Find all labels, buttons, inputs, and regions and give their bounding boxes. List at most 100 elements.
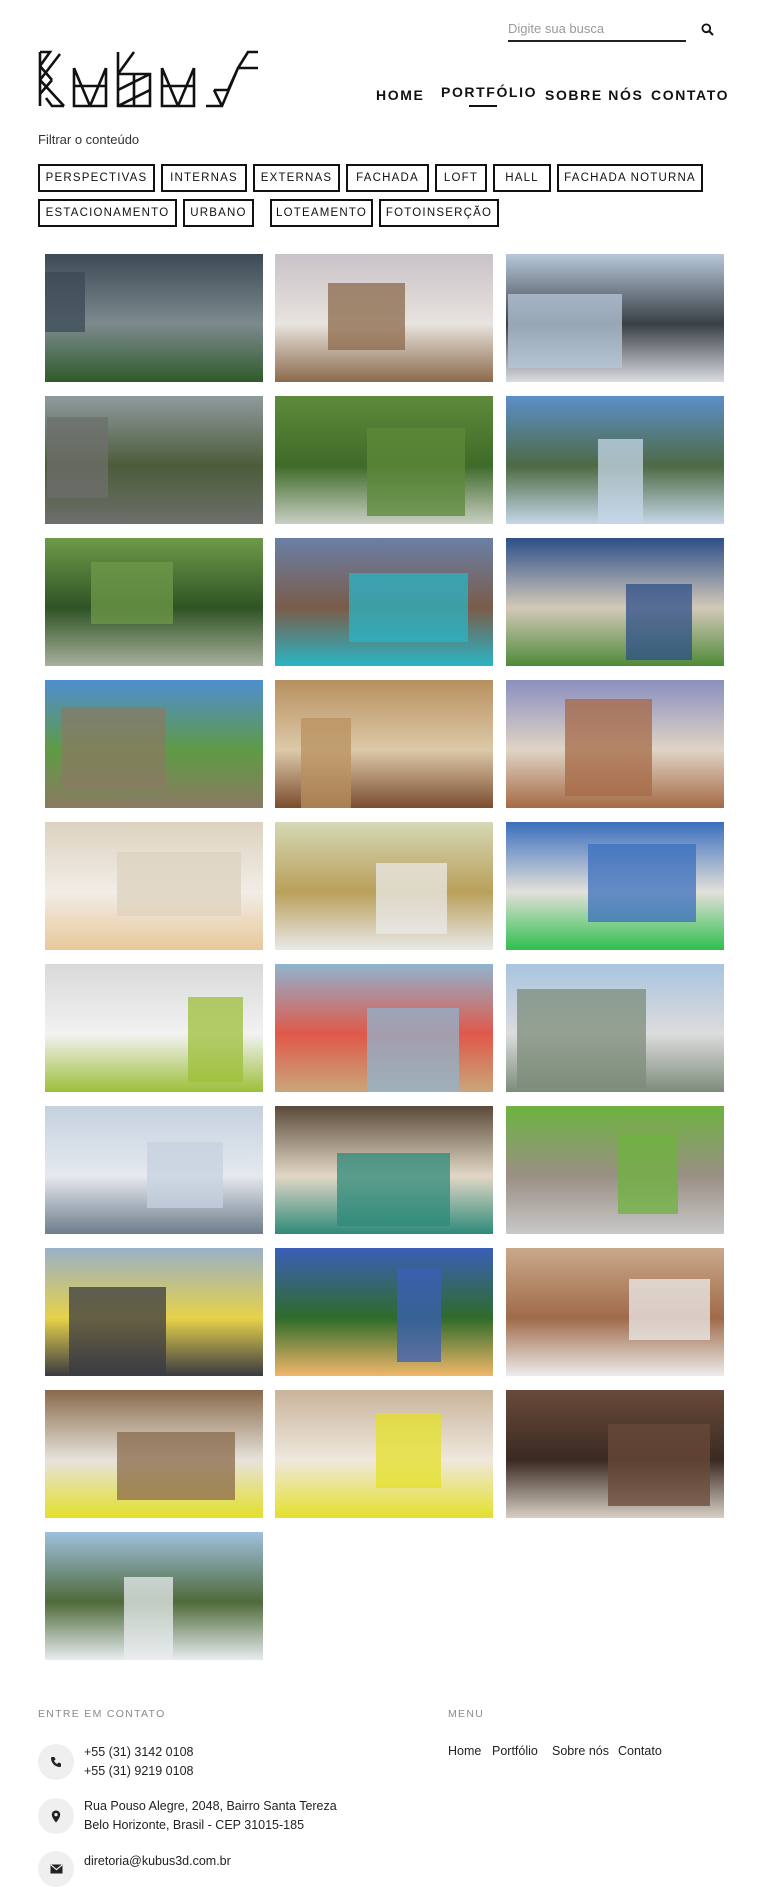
footer-menu-heading: MENU [448,1708,485,1720]
tile-image-subject [367,428,465,516]
filter-chip-hall[interactable]: HALL [493,164,551,192]
tile-image-subject [62,707,165,790]
tile-image-subject [376,863,447,934]
filter-chip-loteamento[interactable]: LOTEAMENTO [270,199,373,227]
portfolio-tile-house-night[interactable] [506,538,724,666]
footer-phone-1: +55 (31) 3142 0108 [84,1745,194,1759]
email-icon-badge [38,1851,74,1887]
portfolio-tile-loft-brick[interactable] [506,1248,724,1376]
tile-image-background [506,1106,724,1177]
tile-image-subject [565,699,652,796]
tile-image-subject [517,989,646,1088]
portfolio-tile-wall-facade[interactable] [45,680,263,808]
filter-chip-urbano[interactable]: URBANO [183,199,254,227]
tile-image-subject [588,844,696,922]
footer-menu-contato[interactable]: Contato [618,1744,662,1758]
filter-chip-fachada-noturna[interactable]: FACHADA NOTURNA [557,164,703,192]
tile-image-subject [508,294,622,368]
map-pin-icon [51,1810,61,1822]
tile-image-subject [91,562,173,624]
search-button[interactable] [696,18,718,40]
portfolio-tile-lobby-blue[interactable] [275,964,493,1092]
tile-image-subject [598,439,643,524]
portfolio-tile-sunset-living[interactable] [275,1248,493,1376]
phone-icon-badge [38,1744,74,1780]
tile-image-subject [349,573,468,642]
portfolio-tile-exterior-night-facade[interactable] [45,254,263,382]
tile-image-subject [124,1577,173,1660]
filter-label: Filtrar o conteúdo [38,132,140,147]
tile-image-foreground [506,1176,724,1234]
tile-image-subject [188,997,243,1082]
footer-phone-2: +55 (31) 9219 0108 [84,1764,194,1778]
filter-chip-loft[interactable]: LOFT [435,164,487,192]
portfolio-tile-bedroom-stone[interactable] [275,1390,493,1518]
portfolio-tile-aerial-road[interactable] [45,538,263,666]
portfolio-tile-hall-stripes[interactable] [275,1106,493,1234]
nav-contato[interactable]: CONTATO [651,87,729,103]
tile-image-subject [301,718,351,808]
tile-image-subject [376,1413,441,1488]
tile-image-subject [117,852,241,916]
tile-image-subject [337,1153,450,1226]
footer-email-link[interactable]: diretoria@kubus3d.com.br [84,1852,231,1871]
portfolio-tile-bedroom[interactable] [275,822,493,950]
portfolio-tile-kitchen-green[interactable] [506,822,724,950]
tile-image-foreground [45,324,263,382]
footer-address-2: Belo Horizonte, Brasil - CEP 31015-185 [84,1818,305,1832]
portfolio-tile-hotel-lobby[interactable] [275,680,493,808]
nav-sobre-nos[interactable]: SOBRE NÓS [545,87,643,103]
location-icon-badge [38,1798,74,1834]
tile-image-subject [397,1268,441,1362]
filter-chip-perspectivas[interactable]: PERSPECTIVAS [38,164,155,192]
portfolio-tile-tower-white[interactable] [45,1532,263,1660]
portfolio-tile-street-facade[interactable] [45,396,263,524]
nav-portfolio[interactable]: PORTFÓLIO [441,84,537,100]
tile-image-subject [608,1424,710,1506]
tile-image-subject [629,1279,710,1340]
footer-address-1: Rua Pouso Alegre, 2048, Bairro Santa Ter… [84,1799,337,1813]
filter-chip-fachada[interactable]: FACHADA [346,164,429,192]
tile-image-subject [47,417,108,498]
portfolio-tile-reception-white[interactable] [45,964,263,1092]
filter-chip-fotoinsercao[interactable]: FOTOINSERÇÃO [379,199,499,227]
nav-active-indicator [469,105,497,107]
search-input[interactable] [508,17,658,39]
nav-home[interactable]: HOME [376,87,424,103]
main-nav: HOME PORTFÓLIO SOBRE NÓS CONTATO [0,84,768,112]
tile-image-subject [618,1134,678,1214]
tile-image-subject [45,272,85,332]
tile-image-subject [367,1008,459,1092]
portfolio-tile-canopy-glass[interactable] [506,396,724,524]
portfolio-tile-living-dark[interactable] [506,1390,724,1518]
tile-image-subject [328,283,405,350]
portfolio-tile-parking-car[interactable] [506,1106,724,1234]
search-box [508,17,686,42]
tile-image-subject [117,1432,235,1500]
portfolio-tile-interior-loft[interactable] [275,254,493,382]
tile-image-subject [69,1287,166,1374]
footer-menu-sobre-nos[interactable]: Sobre nós [552,1744,609,1758]
portfolio-tile-pool-house-dusk[interactable] [275,538,493,666]
footer-menu-home[interactable]: Home [448,1744,481,1758]
phone-icon [51,1757,61,1767]
portfolio-tile-aerial-lots[interactable] [275,396,493,524]
portfolio-tile-balcony-living[interactable] [45,1248,263,1376]
tile-image-background [275,1248,493,1319]
filter-chip-estacionamento[interactable]: ESTACIONAMENTO [38,199,177,227]
footer-menu-portfolio[interactable]: Portfólio [492,1744,538,1758]
portfolio-tile-avenue-motion[interactable] [45,1106,263,1234]
portfolio-tile-office-interior[interactable] [45,822,263,950]
tile-image-subject [147,1142,223,1208]
portfolio-tile-living-yellow[interactable] [45,1390,263,1518]
tile-image-foreground [275,1318,493,1376]
filter-chip-externas[interactable]: EXTERNAS [253,164,340,192]
filter-chip-internas[interactable]: INTERNAS [161,164,247,192]
portfolio-tile-tower-exterior[interactable] [506,254,724,382]
tile-image-subject [626,584,692,660]
portfolio-tile-street-palms[interactable] [506,964,724,1092]
search-icon [701,23,714,36]
envelope-icon [49,1864,63,1874]
footer-contact-heading: ENTRE EM CONTATO [38,1708,166,1720]
portfolio-tile-lobby-reception[interactable] [506,680,724,808]
